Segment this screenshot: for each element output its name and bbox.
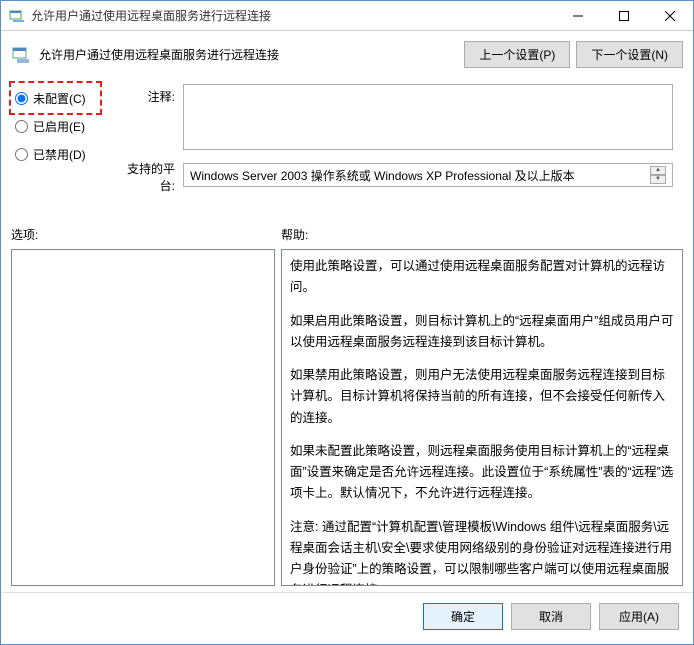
options-panel [11,249,275,586]
platform-spinner: ▲ ▼ [650,166,666,184]
help-panel[interactable]: 使用此策略设置，可以通过使用远程桌面服务配置对计算机的远程访问。 如果启用此策略… [281,249,683,586]
spinner-up-icon[interactable]: ▲ [650,166,666,175]
panels: 使用此策略设置，可以通过使用远程桌面服务配置对计算机的远程访问。 如果启用此策略… [1,247,693,592]
next-setting-button[interactable]: 下一个设置(N) [576,41,683,68]
cancel-button[interactable]: 取消 [511,603,591,630]
platform-label: 支持的平台: [115,156,175,194]
window-title: 允许用户通过使用远程桌面服务进行远程连接 [31,7,555,24]
minimize-button[interactable] [555,1,601,30]
radio-enabled-label[interactable]: 已启用(E) [33,118,85,135]
ok-button[interactable]: 确定 [423,603,503,630]
spinner-down-icon[interactable]: ▼ [650,175,666,184]
radio-disabled[interactable] [15,148,28,161]
help-p5: 注意: 通过配置“计算机配置\管理模板\Windows 组件\远程桌面服务\远程… [290,517,674,587]
help-p3: 如果禁用此策略设置，则用户无法使用远程桌面服务远程连接到目标计算机。目标计算机将… [290,365,674,429]
radio-group: 未配置(C) 已启用(E) 已禁用(D) [15,84,99,194]
help-p4: 如果未配置此策略设置，则远程桌面服务使用目标计算机上的“远程桌面”设置来确定是否… [290,441,674,505]
help-p2: 如果启用此策略设置，则目标计算机上的“远程桌面用户”组成员用户可以使用远程桌面服… [290,311,674,354]
prev-setting-button[interactable]: 上一个设置(P) [464,41,570,68]
window-controls [555,1,693,30]
fields: 注释: 支持的平台: Windows Server 2003 操作系统或 Win… [115,84,683,194]
policy-title: 允许用户通过使用远程桌面服务进行远程连接 [39,46,464,63]
header: 允许用户通过使用远程桌面服务进行远程连接 上一个设置(P) 下一个设置(N) [1,31,693,78]
help-p1: 使用此策略设置，可以通过使用远程桌面服务配置对计算机的远程访问。 [290,256,674,299]
titlebar: 允许用户通过使用远程桌面服务进行远程连接 [1,1,693,31]
radio-enabled-row: 已启用(E) [15,112,99,140]
nav-buttons: 上一个设置(P) 下一个设置(N) [464,41,683,68]
comment-label: 注释: [115,84,175,105]
radio-not-configured-label[interactable]: 未配置(C) [33,90,86,107]
window-icon [9,8,25,24]
platform-row: 支持的平台: Windows Server 2003 操作系统或 Windows… [115,156,683,194]
policy-icon [11,45,31,65]
config-section: 未配置(C) 已启用(E) 已禁用(D) 注释: 支持的平台: Windows … [1,78,693,194]
close-button[interactable] [647,1,693,30]
platform-value-box: Windows Server 2003 操作系统或 Windows XP Pro… [183,163,673,187]
section-labels: 选项: 帮助: [1,194,693,247]
radio-not-configured-row: 未配置(C) [12,84,99,112]
options-heading: 选项: [11,226,281,243]
radio-disabled-label[interactable]: 已禁用(D) [33,146,86,163]
help-heading: 帮助: [281,226,308,243]
comment-row: 注释: [115,84,683,150]
policy-editor-window: 允许用户通过使用远程桌面服务进行远程连接 允许用户通过使用远程桌面服务进行远程连… [0,0,694,645]
apply-button[interactable]: 应用(A) [599,603,679,630]
comment-textbox[interactable] [183,84,673,150]
radio-disabled-row: 已禁用(D) [15,140,99,168]
radio-not-configured[interactable] [15,92,28,105]
footer-buttons: 确定 取消 应用(A) [1,592,693,644]
platform-text: Windows Server 2003 操作系统或 Windows XP Pro… [190,167,575,184]
maximize-button[interactable] [601,1,647,30]
radio-enabled[interactable] [15,120,28,133]
